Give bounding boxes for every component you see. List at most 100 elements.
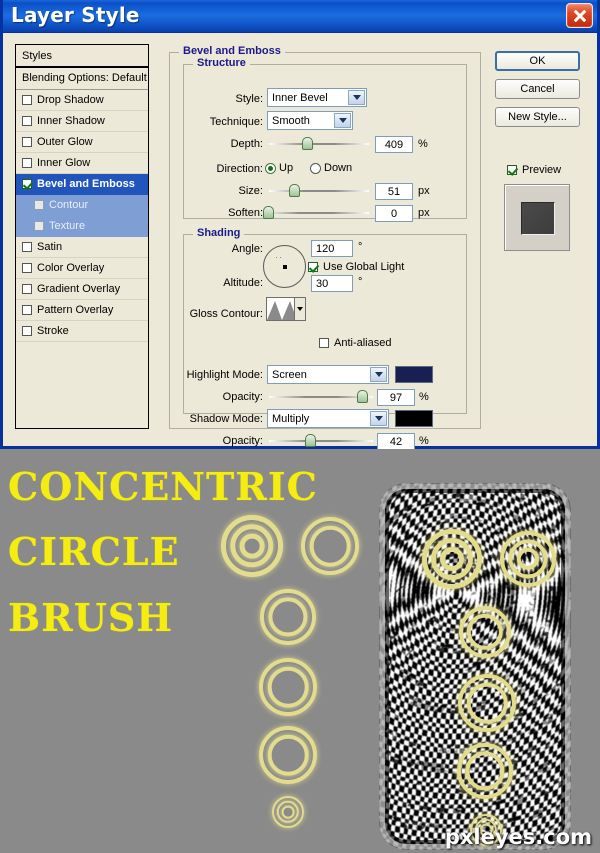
dialog-title: Layer Style (11, 3, 140, 27)
checkbox-unchecked-icon[interactable] (22, 284, 32, 294)
shadow-color-swatch[interactable] (395, 410, 433, 427)
effect-label: Contour (49, 199, 89, 211)
close-icon[interactable] (566, 3, 593, 28)
size-input[interactable]: 51 (375, 183, 413, 200)
gloss-contour-dropdown-icon[interactable] (294, 298, 305, 320)
shadow-opacity-input[interactable]: 42 (377, 433, 415, 450)
shadow-opacity-slider[interactable] (269, 434, 373, 448)
ok-button[interactable]: OK (495, 51, 580, 71)
effect-row-bevel-and-emboss[interactable]: Bevel and Emboss (16, 174, 148, 195)
size-slider-track (269, 190, 369, 192)
shadow-opacity-knob[interactable] (305, 434, 316, 447)
radio-off-icon (310, 162, 321, 174)
highlight-color-swatch[interactable] (395, 366, 433, 383)
contour-curve-icon (267, 301, 297, 320)
headline-line-1: CONCENTRIC (8, 464, 318, 509)
ring-band (267, 666, 309, 708)
style-combo-value: Inner Bevel (272, 91, 328, 104)
size-slider-knob[interactable] (289, 184, 300, 197)
checkbox-unchecked-icon[interactable] (22, 95, 32, 105)
effect-row-satin[interactable]: Satin (16, 237, 148, 258)
depth-slider-knob[interactable] (302, 137, 313, 150)
effect-row-gradient-overlay[interactable]: Gradient Overlay (16, 279, 148, 300)
highlight-opacity-slider[interactable] (269, 390, 373, 404)
checkbox-checked-icon[interactable] (22, 179, 32, 189)
size-label: Size: (238, 185, 263, 197)
shadow-opacity-label: Opacity: (222, 435, 263, 447)
anti-aliased-checkbox[interactable]: Anti-aliased (319, 337, 391, 349)
chevron-down-icon[interactable] (334, 113, 351, 128)
checkbox-unchecked-icon[interactable] (34, 221, 44, 231)
soften-label: Soften: (228, 207, 263, 219)
effect-row-inner-shadow[interactable]: Inner Shadow (16, 111, 148, 132)
soften-slider[interactable] (263, 206, 369, 220)
depth-slider-track (269, 143, 369, 145)
ring-band (281, 805, 295, 819)
effect-row-texture[interactable]: Texture (16, 216, 148, 237)
artwork-area: CONCENTRIC CIRCLE BRUSH pxleyes.com (0, 449, 600, 853)
style-combo[interactable]: Inner Bevel (267, 88, 367, 107)
effect-row-color-overlay[interactable]: Color Overlay (16, 258, 148, 279)
angle-dial-ticks: ·· (275, 252, 283, 262)
watermark: pxleyes.com (444, 825, 592, 849)
technique-combo[interactable]: Smooth (267, 111, 353, 130)
checkbox-unchecked-icon[interactable] (22, 137, 32, 147)
effect-label: Satin (37, 241, 63, 253)
checkbox-unchecked-icon[interactable] (22, 305, 32, 315)
checkbox-unchecked-icon[interactable] (22, 326, 32, 336)
shadow-opacity-track (269, 440, 373, 442)
cancel-button[interactable]: Cancel (495, 79, 580, 99)
effect-label: Texture (49, 220, 86, 232)
soften-slider-knob[interactable] (263, 206, 274, 219)
highlight-opacity-input[interactable]: 97 (377, 389, 415, 406)
altitude-unit: ° (358, 276, 363, 288)
effect-row-contour[interactable]: Contour (16, 195, 148, 216)
direction-label: Direction: (216, 163, 263, 175)
effect-row-pattern-overlay[interactable]: Pattern Overlay (16, 300, 148, 321)
chevron-down-icon[interactable] (370, 367, 387, 382)
direction-down-radio[interactable]: Down (310, 162, 352, 174)
depth-input[interactable]: 409 (375, 136, 413, 153)
altitude-input[interactable]: 30 (311, 275, 353, 292)
effect-row-inner-glow[interactable]: Inner Glow (16, 153, 148, 174)
highlight-mode-value: Screen (272, 368, 307, 381)
effect-row-drop-shadow[interactable]: Drop Shadow (16, 90, 148, 111)
preview-checkbox[interactable]: Preview (507, 164, 561, 176)
chevron-down-icon[interactable] (348, 90, 365, 105)
highlight-opacity-knob[interactable] (357, 390, 368, 403)
effect-row-outer-glow[interactable]: Outer Glow (16, 132, 148, 153)
size-slider[interactable] (269, 184, 369, 198)
blending-options-row[interactable]: Blending Options: Default (16, 68, 148, 90)
effect-label: Gradient Overlay (37, 283, 121, 295)
direction-up-radio[interactable]: Up (265, 162, 293, 174)
checkbox-unchecked-icon (319, 338, 329, 348)
new-style-button[interactable]: New Style... (495, 107, 580, 127)
use-global-light-checkbox[interactable]: Use Global Light (308, 261, 404, 273)
gloss-contour-picker[interactable] (266, 297, 306, 321)
depth-label: Depth: (230, 138, 263, 150)
checkbox-unchecked-icon[interactable] (22, 116, 32, 126)
checkbox-unchecked-icon[interactable] (34, 200, 44, 210)
effect-label: Inner Glow (37, 157, 91, 169)
checkbox-unchecked-icon[interactable] (22, 242, 32, 252)
checkbox-checked-icon (308, 262, 318, 272)
effect-label: Color Overlay (37, 262, 105, 274)
direction-up-label: Up (279, 162, 294, 174)
shadow-mode-combo[interactable]: Multiply (267, 409, 389, 428)
angle-unit: ° (358, 241, 363, 253)
effect-row-stroke[interactable]: Stroke (16, 321, 148, 342)
highlight-mode-combo[interactable]: Screen (267, 365, 389, 384)
checkbox-unchecked-icon[interactable] (22, 158, 32, 168)
angle-dial[interactable]: ·· (263, 245, 306, 288)
dialog-titlebar[interactable]: Layer Style (3, 0, 597, 33)
depth-slider[interactable] (269, 137, 369, 151)
effect-label: Inner Shadow (37, 115, 105, 127)
shadow-opacity-unit: % (419, 435, 429, 447)
checkbox-unchecked-icon[interactable] (22, 263, 32, 273)
headline-line-2: CIRCLE (8, 529, 180, 574)
chevron-down-icon[interactable] (370, 411, 387, 426)
style-label: Style: (235, 93, 263, 105)
soften-input[interactable]: 0 (375, 205, 413, 222)
checkbox-checked-icon (507, 165, 517, 175)
angle-input[interactable]: 120 (311, 240, 353, 257)
